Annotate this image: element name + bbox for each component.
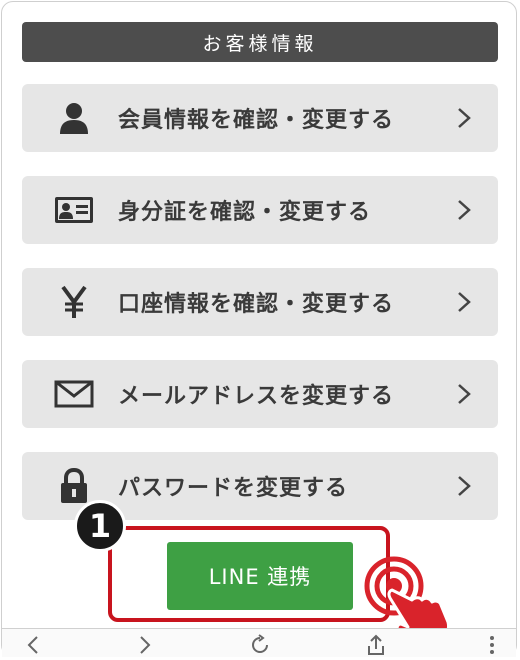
browser-toolbar	[2, 628, 516, 657]
menu-item-id-document[interactable]: 身分証を確認・変更する	[22, 176, 498, 244]
menu-item-bank-account[interactable]: 口座情報を確認・変更する	[22, 268, 498, 336]
menu-item-email[interactable]: メールアドレスを変更する	[22, 360, 498, 428]
step-number: 1	[88, 507, 112, 545]
share-icon[interactable]	[364, 633, 388, 657]
id-card-icon	[52, 188, 96, 232]
step-number-badge: 1	[74, 500, 126, 552]
more-icon[interactable]	[480, 633, 504, 657]
menu-item-label: メールアドレスを変更する	[118, 384, 395, 409]
menu-item-label: パスワードを変更する	[118, 476, 349, 501]
chevron-right-icon	[452, 198, 476, 222]
reload-icon[interactable]	[248, 633, 272, 657]
chevron-right-icon	[452, 382, 476, 406]
chevron-right-icon	[452, 290, 476, 314]
chevron-right-icon	[452, 474, 476, 498]
menu-item-label: 口座情報を確認・変更する	[118, 292, 395, 317]
person-icon	[52, 96, 96, 140]
line-link-button[interactable]: LINE 連携	[167, 542, 353, 610]
section-title: お客様情報	[202, 32, 318, 55]
menu-item-label: 身分証を確認・変更する	[118, 200, 372, 225]
envelope-icon	[52, 372, 96, 416]
chevron-right-icon	[452, 106, 476, 130]
section-header: お客様情報	[22, 22, 498, 62]
forward-icon[interactable]	[132, 633, 156, 657]
menu-item-label: 会員情報を確認・変更する	[118, 108, 395, 133]
yen-icon	[52, 280, 96, 324]
back-icon[interactable]	[22, 633, 46, 657]
menu-item-member-info[interactable]: 会員情報を確認・変更する	[22, 84, 498, 152]
